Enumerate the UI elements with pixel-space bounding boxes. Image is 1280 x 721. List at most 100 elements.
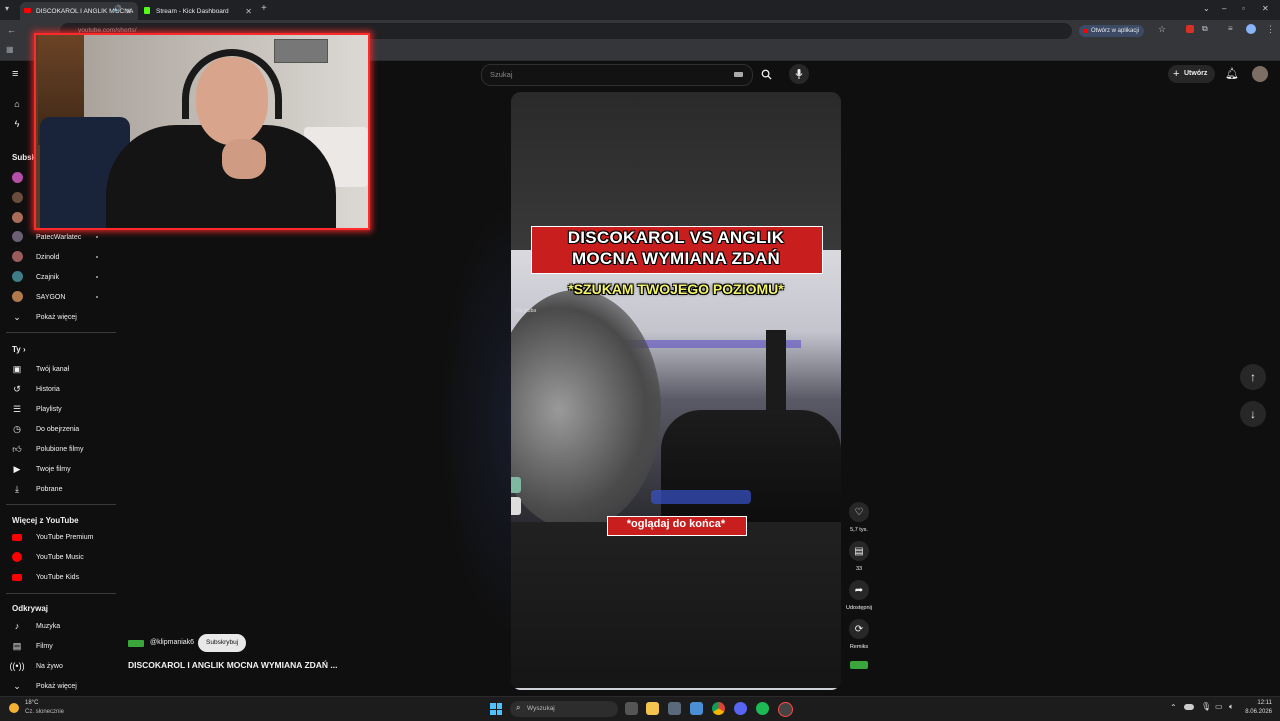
sidebar-item-youtube-premium[interactable]: YouTube Premium	[0, 527, 118, 547]
tab-list-icon[interactable]: ⌄	[1203, 4, 1210, 13]
show-more-subscriptions[interactable]: ⌄ Pokaż więcej	[0, 307, 118, 327]
sidebar-item-music[interactable]: ♪ Muzyka	[0, 616, 118, 636]
sidebar-item-youtube-music[interactable]: YouTube Music	[0, 547, 118, 567]
history-icon: ↺	[13, 383, 21, 394]
youtube-favicon-icon	[24, 8, 31, 13]
task-view-icon[interactable]	[625, 702, 638, 715]
photos-icon[interactable]	[690, 702, 703, 715]
sidebar-item-playlists[interactable]: ☰ Playlisty	[0, 399, 118, 419]
sidebar-item-movies[interactable]: ▤ Filmy	[0, 636, 118, 656]
keyboard-icon[interactable]	[734, 72, 743, 77]
sidebar-item-watch-later[interactable]: ◷ Do obejrzenia	[0, 419, 118, 439]
back-icon[interactable]: ←	[7, 25, 16, 35]
avatar	[12, 192, 23, 203]
channel-avatar[interactable]	[128, 640, 144, 647]
subscribe-button[interactable]: Subskrybuj	[198, 634, 247, 652]
profile-icon[interactable]	[1246, 24, 1256, 34]
tab-kick-dashboard[interactable]: Stream - Kick Dashboard ✕	[140, 2, 258, 20]
sidebar-item-liked[interactable]: 👍︎ Polubione filmy	[0, 439, 118, 459]
volume-icon[interactable]: 🔈︎	[1229, 702, 1234, 712]
file-explorer-icon[interactable]	[646, 702, 659, 715]
sidebar-item-subscription[interactable]: Dzinold	[0, 247, 118, 267]
taskbar-search[interactable]: ⌕ Wyszukaj	[510, 701, 618, 717]
clock-date[interactable]: 8.06.2026	[1238, 709, 1272, 715]
maximize-button[interactable]: ▫	[1242, 4, 1245, 13]
sidebar-item-label: Playlisty	[36, 405, 62, 413]
next-short-button[interactable]: ↓	[1240, 401, 1266, 427]
avatar	[12, 251, 23, 262]
menu-dots-icon[interactable]: ⋮	[1266, 24, 1275, 35]
sidebar-item-your-videos[interactable]: ▶ Twoje filmy	[0, 459, 118, 479]
video-title[interactable]: DISCOKAROL I ANGLIK MOCNA WYMIANA ZDAŃ .…	[128, 660, 338, 670]
apps-grid-icon[interactable]: ▦	[6, 45, 14, 54]
open-in-app-button[interactable]: Otwórz w aplikacji	[1079, 25, 1145, 37]
puzzle-icon[interactable]: ⧉	[1202, 24, 1208, 34]
voice-search-icon[interactable]	[789, 64, 809, 84]
account-avatar[interactable]	[1252, 66, 1268, 82]
close-window-button[interactable]: ✕	[1262, 4, 1269, 13]
sidebar-item-history[interactable]: ↺ Historia	[0, 379, 118, 399]
channel-handle[interactable]: @klipmaniak6	[150, 639, 194, 646]
close-tab-icon[interactable]: ✕	[245, 7, 252, 16]
extension-icon[interactable]	[1186, 25, 1194, 33]
sidebar-item-subscription[interactable]: Czajnik	[0, 267, 118, 287]
new-tab-button[interactable]: +	[261, 3, 267, 14]
sidebar-item-label: YouTube Kids	[36, 573, 80, 581]
sound-thumbnail[interactable]	[850, 661, 868, 669]
spotify-icon[interactable]	[756, 702, 769, 715]
weather-icon[interactable]	[9, 703, 19, 713]
notifications-bell-icon[interactable]: 🔔︎	[1225, 67, 1239, 80]
remix-button[interactable]: ⟳	[849, 619, 869, 639]
tab-youtube[interactable]: DISCOKAROL I ANGLIK MOCNA 🔊 ✕	[20, 2, 138, 20]
windows-taskbar: 18°C Cz. słonecznie ⌕ Wyszukaj ⌃ 🎙︎ ▭ 🔈︎…	[0, 696, 1280, 721]
create-button[interactable]: + Utwórz	[1168, 65, 1216, 83]
network-icon[interactable]: ▭	[1215, 702, 1223, 711]
onedrive-icon[interactable]	[1184, 704, 1194, 710]
sidebar-item-downloads[interactable]: ⤓ Pobrane	[0, 479, 118, 499]
sidebar-item-label: Polubione filmy	[36, 445, 84, 453]
sidebar-item-youtube-kids[interactable]: YouTube Kids	[0, 567, 118, 587]
short-video-player[interactable]: Kto głuba DISCOKAROL VS ANGLIK MOCNA WYM…	[511, 92, 841, 690]
close-tab-icon[interactable]: ✕	[125, 7, 132, 16]
foreground-blur	[511, 290, 661, 522]
bookmark-star-icon[interactable]: ☆	[1158, 24, 1166, 35]
sidebar-item-live[interactable]: ((•)) Na żywo	[0, 656, 118, 676]
tab-title: Stream - Kick Dashboard	[156, 7, 229, 15]
audio-icon[interactable]: 🔊	[113, 5, 122, 13]
subscription-name: PatecWarlatec	[36, 233, 82, 241]
share-button[interactable]: ➦	[849, 580, 869, 600]
store-icon[interactable]	[668, 702, 681, 715]
media-icon[interactable]: ≡	[1228, 24, 1233, 33]
microphone-icon[interactable]: 🎙︎	[1201, 702, 1211, 711]
sidebar-item-subscription[interactable]: PatecWarlatec	[0, 227, 118, 247]
remix-label: Remiks	[849, 644, 869, 650]
show-more-explore[interactable]: ⌄ Pokaż więcej	[0, 676, 118, 696]
new-content-dot	[96, 276, 98, 278]
youtube-kids-icon	[11, 571, 23, 583]
search-icon[interactable]	[757, 65, 775, 83]
tab-search-icon[interactable]: ▾	[5, 4, 17, 16]
clock-time[interactable]: 12:11	[1248, 700, 1272, 706]
discord-icon[interactable]	[734, 702, 747, 715]
tray-chevron-icon[interactable]: ⌃	[1170, 703, 1177, 712]
start-button[interactable]	[490, 703, 502, 715]
divider	[6, 504, 116, 505]
app-icon[interactable]	[778, 702, 793, 717]
live-icon: ((•))	[9, 661, 25, 671]
floor-lights	[651, 490, 751, 504]
avatar	[12, 212, 23, 223]
previous-short-button[interactable]: ↑	[1240, 364, 1266, 390]
channel-icon: ▣	[12, 363, 22, 374]
sidebar-item-your-channel[interactable]: ▣ Twój kanał	[0, 359, 118, 379]
comments-button[interactable]: ▤	[849, 541, 869, 561]
sidebar-item-label: YouTube Premium	[36, 533, 94, 541]
you-heading[interactable]: Ty ›	[12, 345, 26, 354]
like-button[interactable]: ♡	[849, 502, 869, 522]
sidebar-item-label: YouTube Music	[36, 553, 84, 561]
sidebar-item-subscription[interactable]: SAYGON	[0, 287, 118, 307]
minimize-button[interactable]: –	[1222, 4, 1226, 13]
search-input[interactable]: Szukaj	[481, 64, 753, 86]
caption-text: *oglądaj do końca*	[626, 518, 726, 530]
chrome-icon[interactable]	[712, 702, 725, 715]
sidebar-item-label: Twój kanał	[36, 365, 70, 373]
